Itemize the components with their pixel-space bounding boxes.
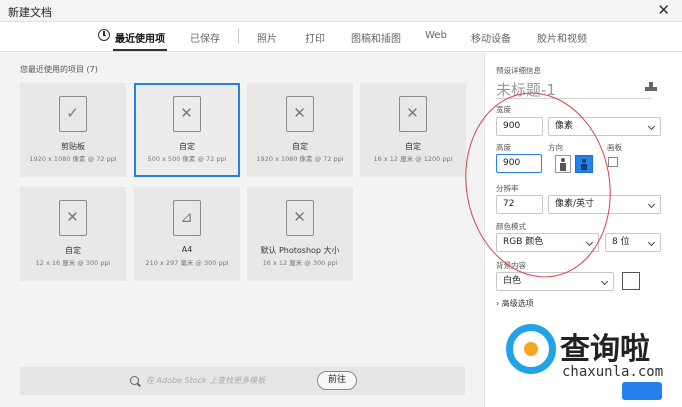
- preset-spec: 1920 x 1080 像素 @ 72 ppi: [29, 155, 117, 163]
- height-field[interactable]: 900: [496, 154, 542, 173]
- width-unit-select[interactable]: 像素: [548, 117, 661, 136]
- preset-card[interactable]: ⊿ A4 210 x 297 毫米 @ 300 ppi: [134, 187, 240, 281]
- go-button[interactable]: 前往: [317, 371, 357, 390]
- tab-art-illustration[interactable]: 图稿和插图: [351, 30, 401, 45]
- background-select[interactable]: 白色: [496, 272, 614, 291]
- preset-card-selected[interactable]: ✕ 自定 500 x 500 像素 @ 72 ppi: [134, 83, 240, 177]
- tab-mobile[interactable]: 移动设备: [471, 30, 511, 45]
- advanced-options-toggle[interactable]: › 高级选项: [496, 298, 534, 309]
- category-tabs: 最近使用项 已保存 照片 打印 图稿和插图 Web 移动设备 胶片和视频: [0, 22, 682, 52]
- resolution-label: 分辨率: [496, 184, 519, 193]
- preset-card[interactable]: ✕ 自定 12 x 16 厘米 @ 300 ppi: [20, 187, 126, 281]
- create-button-partial[interactable]: [622, 382, 662, 400]
- preset-name: 自定: [405, 142, 421, 151]
- preset-name: 剪贴板: [61, 142, 85, 151]
- watermark-logo: 查询啦 chaxunla.com: [496, 320, 682, 407]
- preset-details-heading: 预设详细信息: [496, 66, 541, 75]
- recent-count: (7): [86, 65, 98, 74]
- search-icon: [130, 376, 139, 385]
- chevron-down-icon: [647, 122, 656, 131]
- chevron-down-icon: [647, 200, 656, 209]
- recent-items-panel: 您最近使用的项目 (7) ✓ 剪贴板 1920 x 1080 像素 @ 72 p…: [0, 53, 484, 407]
- color-mode-label: 颜色模式: [496, 222, 526, 231]
- window-title: 新建文档: [8, 6, 52, 19]
- preset-spec: 500 x 500 像素 @ 72 ppi: [147, 155, 227, 163]
- preset-name: 自定: [292, 142, 308, 151]
- chevron-down-icon: [647, 238, 656, 247]
- tab-saved[interactable]: 已保存: [190, 30, 220, 45]
- preset-card[interactable]: ✓ 剪贴板 1920 x 1080 像素 @ 72 ppi: [20, 83, 126, 177]
- preset-spec: 1920 x 1080 像素 @ 72 ppi: [256, 155, 344, 163]
- custom-doc-icon: ✕: [59, 200, 87, 236]
- resolution-unit-select[interactable]: 像素/英寸: [548, 195, 661, 214]
- a4-doc-icon: ⊿: [173, 200, 201, 236]
- tab-web[interactable]: Web: [425, 30, 447, 41]
- save-preset-icon[interactable]: [645, 82, 657, 91]
- close-icon[interactable]: ✕: [657, 1, 670, 19]
- watermark-domain: chaxunla.com: [562, 364, 664, 380]
- width-label: 宽度: [496, 105, 511, 114]
- background-color-swatch[interactable]: [622, 272, 640, 290]
- artboard-label: 画板: [607, 143, 622, 152]
- watermark-logo-icon: [506, 324, 556, 374]
- tab-photo[interactable]: 照片: [257, 30, 277, 45]
- preset-name: 默认 Photoshop 大小: [260, 246, 340, 255]
- recent-heading: 您最近使用的项目 (7): [20, 65, 98, 74]
- watermark-name: 查询啦: [560, 332, 650, 367]
- preset-spec: 16 x 12 厘米 @ 1200 ppi: [373, 155, 453, 163]
- custom-doc-icon: ✕: [173, 96, 201, 132]
- bit-depth-select[interactable]: 8 位: [605, 233, 661, 252]
- custom-doc-icon: ✕: [286, 96, 314, 132]
- stock-search-bar: 在 Adobe Stock 上查找更多模板 前往: [20, 367, 465, 395]
- width-field[interactable]: 900: [496, 117, 543, 136]
- preset-card[interactable]: ✕ 自定 1920 x 1080 像素 @ 72 ppi: [247, 83, 353, 177]
- preset-spec: 16 x 12 厘米 @ 300 ppi: [262, 259, 338, 267]
- clipboard-doc-icon: ✓: [59, 96, 87, 132]
- tab-recent[interactable]: 最近使用项: [113, 30, 167, 51]
- color-mode-select[interactable]: RGB 颜色: [496, 233, 599, 252]
- height-label: 高度: [496, 143, 511, 152]
- title-underline: [496, 98, 651, 99]
- tab-film-video[interactable]: 胶片和视频: [537, 30, 587, 45]
- chevron-right-icon: ›: [496, 299, 500, 308]
- tab-divider: [238, 28, 239, 44]
- preset-name: A4: [181, 245, 193, 254]
- preset-card[interactable]: ✕ 自定 16 x 12 厘米 @ 1200 ppi: [360, 83, 466, 177]
- preset-name: 自定: [65, 246, 81, 255]
- chevron-down-icon: [600, 277, 609, 286]
- preset-card[interactable]: ✕ 默认 Photoshop 大小 16 x 12 厘米 @ 300 ppi: [247, 187, 353, 281]
- title-bar: 新建文档 ✕: [0, 0, 682, 22]
- document-name-field[interactable]: 未标题-1: [496, 79, 556, 100]
- orientation-label: 方向: [548, 143, 563, 152]
- custom-doc-icon: ✕: [286, 200, 314, 236]
- clock-icon: [98, 29, 110, 41]
- portrait-orientation-icon[interactable]: [555, 155, 571, 173]
- stock-search-input[interactable]: 在 Adobe Stock 上查找更多模板: [146, 375, 265, 386]
- resolution-field[interactable]: 72: [496, 195, 543, 214]
- background-label: 背景内容: [496, 261, 526, 270]
- tab-print[interactable]: 打印: [305, 30, 325, 45]
- custom-doc-icon: ✕: [399, 96, 427, 132]
- preset-name: 自定: [179, 142, 195, 151]
- preset-spec: 210 x 297 毫米 @ 300 ppi: [145, 259, 229, 267]
- artboard-checkbox[interactable]: [608, 157, 618, 167]
- chevron-down-icon: [585, 238, 594, 247]
- preset-spec: 12 x 16 厘米 @ 300 ppi: [35, 259, 111, 267]
- landscape-orientation-icon[interactable]: [575, 155, 593, 173]
